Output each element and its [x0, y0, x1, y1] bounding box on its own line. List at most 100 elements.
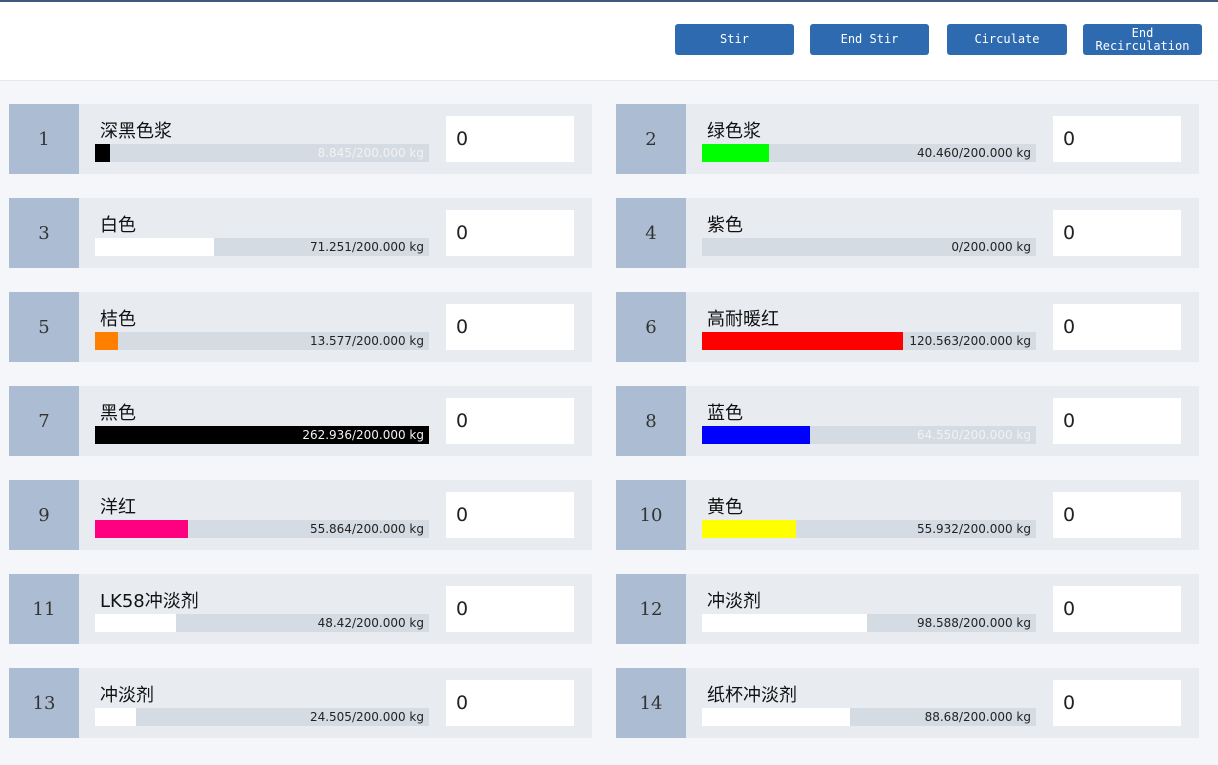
dose-amount-input[interactable]: [446, 116, 574, 162]
tank-level-bar: 55.932/200.000 kg: [702, 520, 1036, 538]
tank-number: 12: [616, 574, 686, 644]
dose-amount-input[interactable]: [1053, 398, 1181, 444]
tank-level-fill: [95, 708, 136, 726]
end-stir-button[interactable]: End Stir: [810, 24, 929, 55]
tank-level-bar: 48.42/200.000 kg: [95, 614, 429, 632]
tank-level-reading: 13.577/200.000 kg: [309, 334, 424, 348]
tank-level-fill: [95, 520, 188, 538]
tank-number: 6: [616, 292, 686, 362]
dose-amount-input[interactable]: [446, 492, 574, 538]
tank-number: 4: [616, 198, 686, 268]
tank-card: 13 冲淡剂 24.505/200.000 kg: [9, 668, 592, 738]
tank-level-bar: 120.563/200.000 kg: [702, 332, 1036, 350]
tank-card: 1 深黑色浆 8.845/200.000 kg: [9, 104, 592, 174]
tank-level-reading: 8.845/200.000 kg: [317, 146, 424, 160]
tank-level-bar: 71.251/200.000 kg: [95, 238, 429, 256]
tank-name: 绿色浆: [707, 121, 761, 142]
tank-card: 9 洋红 55.864/200.000 kg: [9, 480, 592, 550]
dose-amount-input[interactable]: [446, 210, 574, 256]
dose-amount-input[interactable]: [446, 586, 574, 632]
tank-level-reading: 40.460/200.000 kg: [916, 146, 1031, 160]
tank-level-reading: 262.936/200.000 kg: [302, 428, 424, 442]
tank-card: 4 紫色 0/200.000 kg: [616, 198, 1199, 268]
tank-number: 3: [9, 198, 79, 268]
tank-name: 白色: [100, 215, 136, 236]
tank-card: 11 LK58冲淡剂 48.42/200.000 kg: [9, 574, 592, 644]
tank-card: 5 桔色 13.577/200.000 kg: [9, 292, 592, 362]
tank-level-fill: [95, 332, 118, 350]
tank-level-bar: 13.577/200.000 kg: [95, 332, 429, 350]
tank-level-fill: [702, 614, 867, 632]
dose-amount-input[interactable]: [1053, 210, 1181, 256]
circulate-button[interactable]: Circulate: [947, 24, 1067, 55]
tank-level-reading: 48.42/200.000 kg: [317, 616, 424, 630]
tank-level-reading: 71.251/200.000 kg: [309, 240, 424, 254]
tank-level-fill: [702, 144, 769, 162]
tank-level-reading: 88.68/200.000 kg: [924, 710, 1031, 724]
dose-amount-input[interactable]: [1053, 116, 1181, 162]
tank-level-fill: [95, 238, 214, 256]
tank-number: 5: [9, 292, 79, 362]
tank-number: 1: [9, 104, 79, 174]
tank-level-bar: 0/200.000 kg: [702, 238, 1036, 256]
tank-level-reading: 120.563/200.000 kg: [909, 334, 1031, 348]
tank-card: 8 蓝色 64.550/200.000 kg: [616, 386, 1199, 456]
tank-card: 12 冲淡剂 98.588/200.000 kg: [616, 574, 1199, 644]
tank-number: 11: [9, 574, 79, 644]
dose-amount-input[interactable]: [1053, 680, 1181, 726]
tank-number: 9: [9, 480, 79, 550]
tank-name: 桔色: [100, 309, 136, 330]
tank-level-bar: 262.936/200.000 kg: [95, 426, 429, 444]
tank-level-fill: [95, 614, 176, 632]
dose-amount-input[interactable]: [1053, 586, 1181, 632]
dose-amount-input[interactable]: [446, 398, 574, 444]
dose-amount-input[interactable]: [446, 304, 574, 350]
tank-name: 冲淡剂: [707, 591, 761, 612]
dose-amount-input[interactable]: [446, 680, 574, 726]
tank-level-reading: 98.588/200.000 kg: [916, 616, 1031, 630]
tank-card: 7 黑色 262.936/200.000 kg: [9, 386, 592, 456]
tank-level-bar: 8.845/200.000 kg: [95, 144, 429, 162]
tank-level-fill: [702, 426, 810, 444]
tank-level-reading: 24.505/200.000 kg: [309, 710, 424, 724]
tank-card: 10 黄色 55.932/200.000 kg: [616, 480, 1199, 550]
tank-number: 2: [616, 104, 686, 174]
tank-number: 10: [616, 480, 686, 550]
tank-level-reading: 64.550/200.000 kg: [916, 428, 1031, 442]
dose-amount-input[interactable]: [1053, 492, 1181, 538]
tank-name: 纸杯冲淡剂: [707, 685, 797, 706]
tank-level-bar: 88.68/200.000 kg: [702, 708, 1036, 726]
tank-level-bar: 55.864/200.000 kg: [95, 520, 429, 538]
tank-number: 13: [9, 668, 79, 738]
tank-number: 14: [616, 668, 686, 738]
tank-level-fill: [95, 144, 110, 162]
tank-name: 黑色: [100, 403, 136, 424]
tank-number: 8: [616, 386, 686, 456]
end-recirculation-button[interactable]: End Recirculation: [1083, 24, 1202, 55]
tank-level-fill: [702, 520, 796, 538]
tank-card: 14 纸杯冲淡剂 88.68/200.000 kg: [616, 668, 1199, 738]
tank-level-fill: [702, 708, 850, 726]
stir-button[interactable]: Stir: [675, 24, 794, 55]
tank-name: 深黑色浆: [100, 121, 172, 142]
tank-card: 2 绿色浆 40.460/200.000 kg: [616, 104, 1199, 174]
dose-amount-input[interactable]: [1053, 304, 1181, 350]
tank-level-fill: [702, 332, 903, 350]
tank-name: 洋红: [100, 497, 136, 518]
tank-name: 黄色: [707, 497, 743, 518]
tank-name: 冲淡剂: [100, 685, 154, 706]
tank-level-bar: 24.505/200.000 kg: [95, 708, 429, 726]
tank-level-reading: 0/200.000 kg: [951, 240, 1031, 254]
tank-name: 高耐暖红: [707, 309, 779, 330]
tank-name: 紫色: [707, 215, 743, 236]
tank-name: 蓝色: [707, 403, 743, 424]
tank-level-bar: 40.460/200.000 kg: [702, 144, 1036, 162]
tank-level-bar: 98.588/200.000 kg: [702, 614, 1036, 632]
tank-name: LK58冲淡剂: [100, 591, 199, 612]
tank-level-reading: 55.932/200.000 kg: [916, 522, 1031, 536]
tank-card: 3 白色 71.251/200.000 kg: [9, 198, 592, 268]
tank-level-reading: 55.864/200.000 kg: [309, 522, 424, 536]
tank-number: 7: [9, 386, 79, 456]
tank-card: 6 高耐暖红 120.563/200.000 kg: [616, 292, 1199, 362]
tank-level-bar: 64.550/200.000 kg: [702, 426, 1036, 444]
